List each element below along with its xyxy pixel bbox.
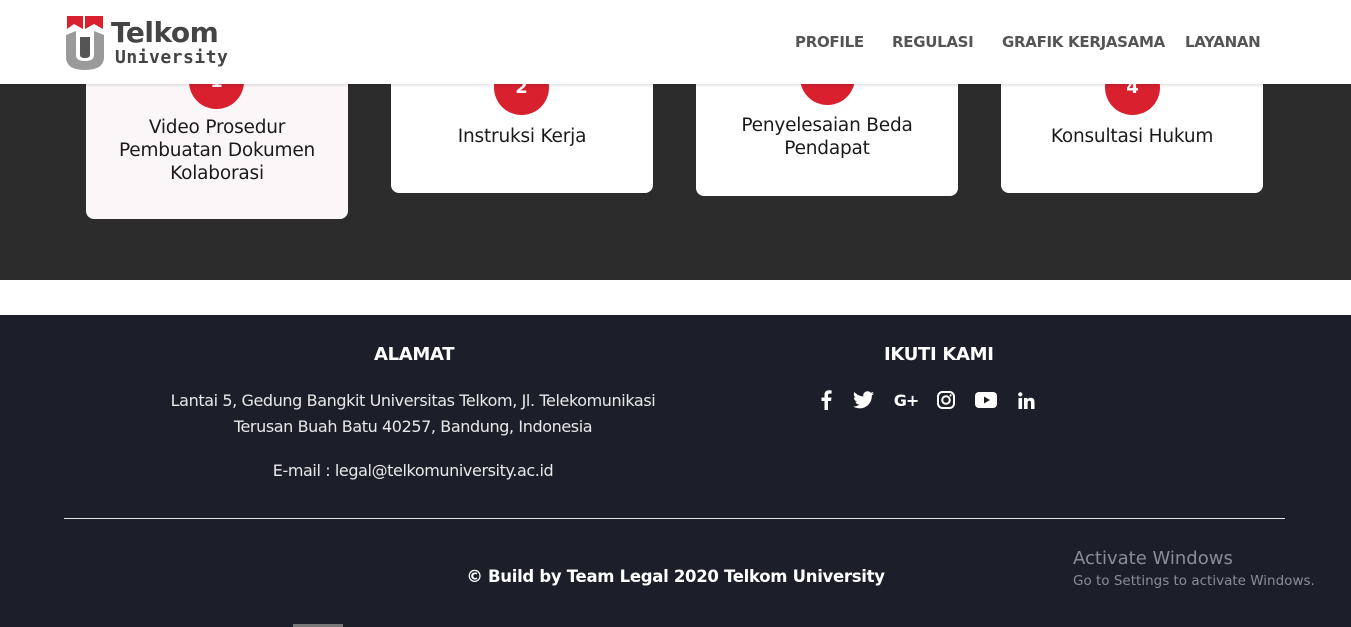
address-line-1: Lantai 5, Gedung Bangkit Universitas Tel… [170, 391, 656, 410]
facebook-icon[interactable] [815, 389, 837, 411]
telkom-university-logo[interactable]: Telkom University [65, 15, 230, 71]
logo-text-telkom: Telkom [111, 16, 219, 49]
nav-grafik-kerjasama[interactable]: GRAFIK KERJASAMA [1002, 33, 1165, 51]
follow-heading: IKUTI KAMI [884, 344, 994, 365]
telkom-logo-icon [66, 16, 104, 70]
site-footer: ALAMAT Lantai 5, Gedung Bangkit Universi… [0, 315, 1351, 627]
service-card-title: Konsultasi Hukum [1050, 126, 1214, 147]
service-card-title: Penyelesaian Beda Pendapat [741, 115, 913, 159]
logo-text-university: University [115, 47, 229, 68]
activate-windows-title: Activate Windows [1073, 548, 1233, 569]
youtube-icon[interactable] [974, 389, 998, 411]
linkedin-icon[interactable] [1015, 389, 1037, 411]
address-heading: ALAMAT [374, 344, 455, 365]
instagram-icon[interactable] [935, 389, 957, 411]
twitter-icon[interactable] [852, 389, 874, 411]
email-text[interactable]: E-mail : legal@telkomuniversity.ac.id [140, 458, 686, 484]
site-header: Telkom University PROFILE REGULASI GRAFI… [0, 0, 1351, 84]
activate-windows-subtitle: Go to Settings to activate Windows. [1073, 573, 1315, 589]
service-card-title: Video Prosedur Pembuatan Dokumen Kolabor… [118, 117, 316, 184]
google-plus-icon[interactable]: G+ [893, 389, 920, 411]
section-spacer [0, 280, 1351, 315]
nav-regulasi[interactable]: REGULASI [892, 33, 974, 51]
service-card-video-prosedur[interactable]: 1 Video Prosedur Pembuatan Dokumen Kolab… [86, 54, 348, 219]
footer-divider [64, 518, 1285, 519]
services-section: 1 Video Prosedur Pembuatan Dokumen Kolab… [0, 50, 1351, 280]
service-card-title: Instruksi Kerja [457, 126, 587, 147]
nav-layanan[interactable]: LAYANAN [1185, 33, 1261, 51]
nav-profile[interactable]: PROFILE [795, 33, 864, 51]
address-line-2: Terusan Buah Batu 40257, Bandung, Indone… [233, 417, 593, 436]
